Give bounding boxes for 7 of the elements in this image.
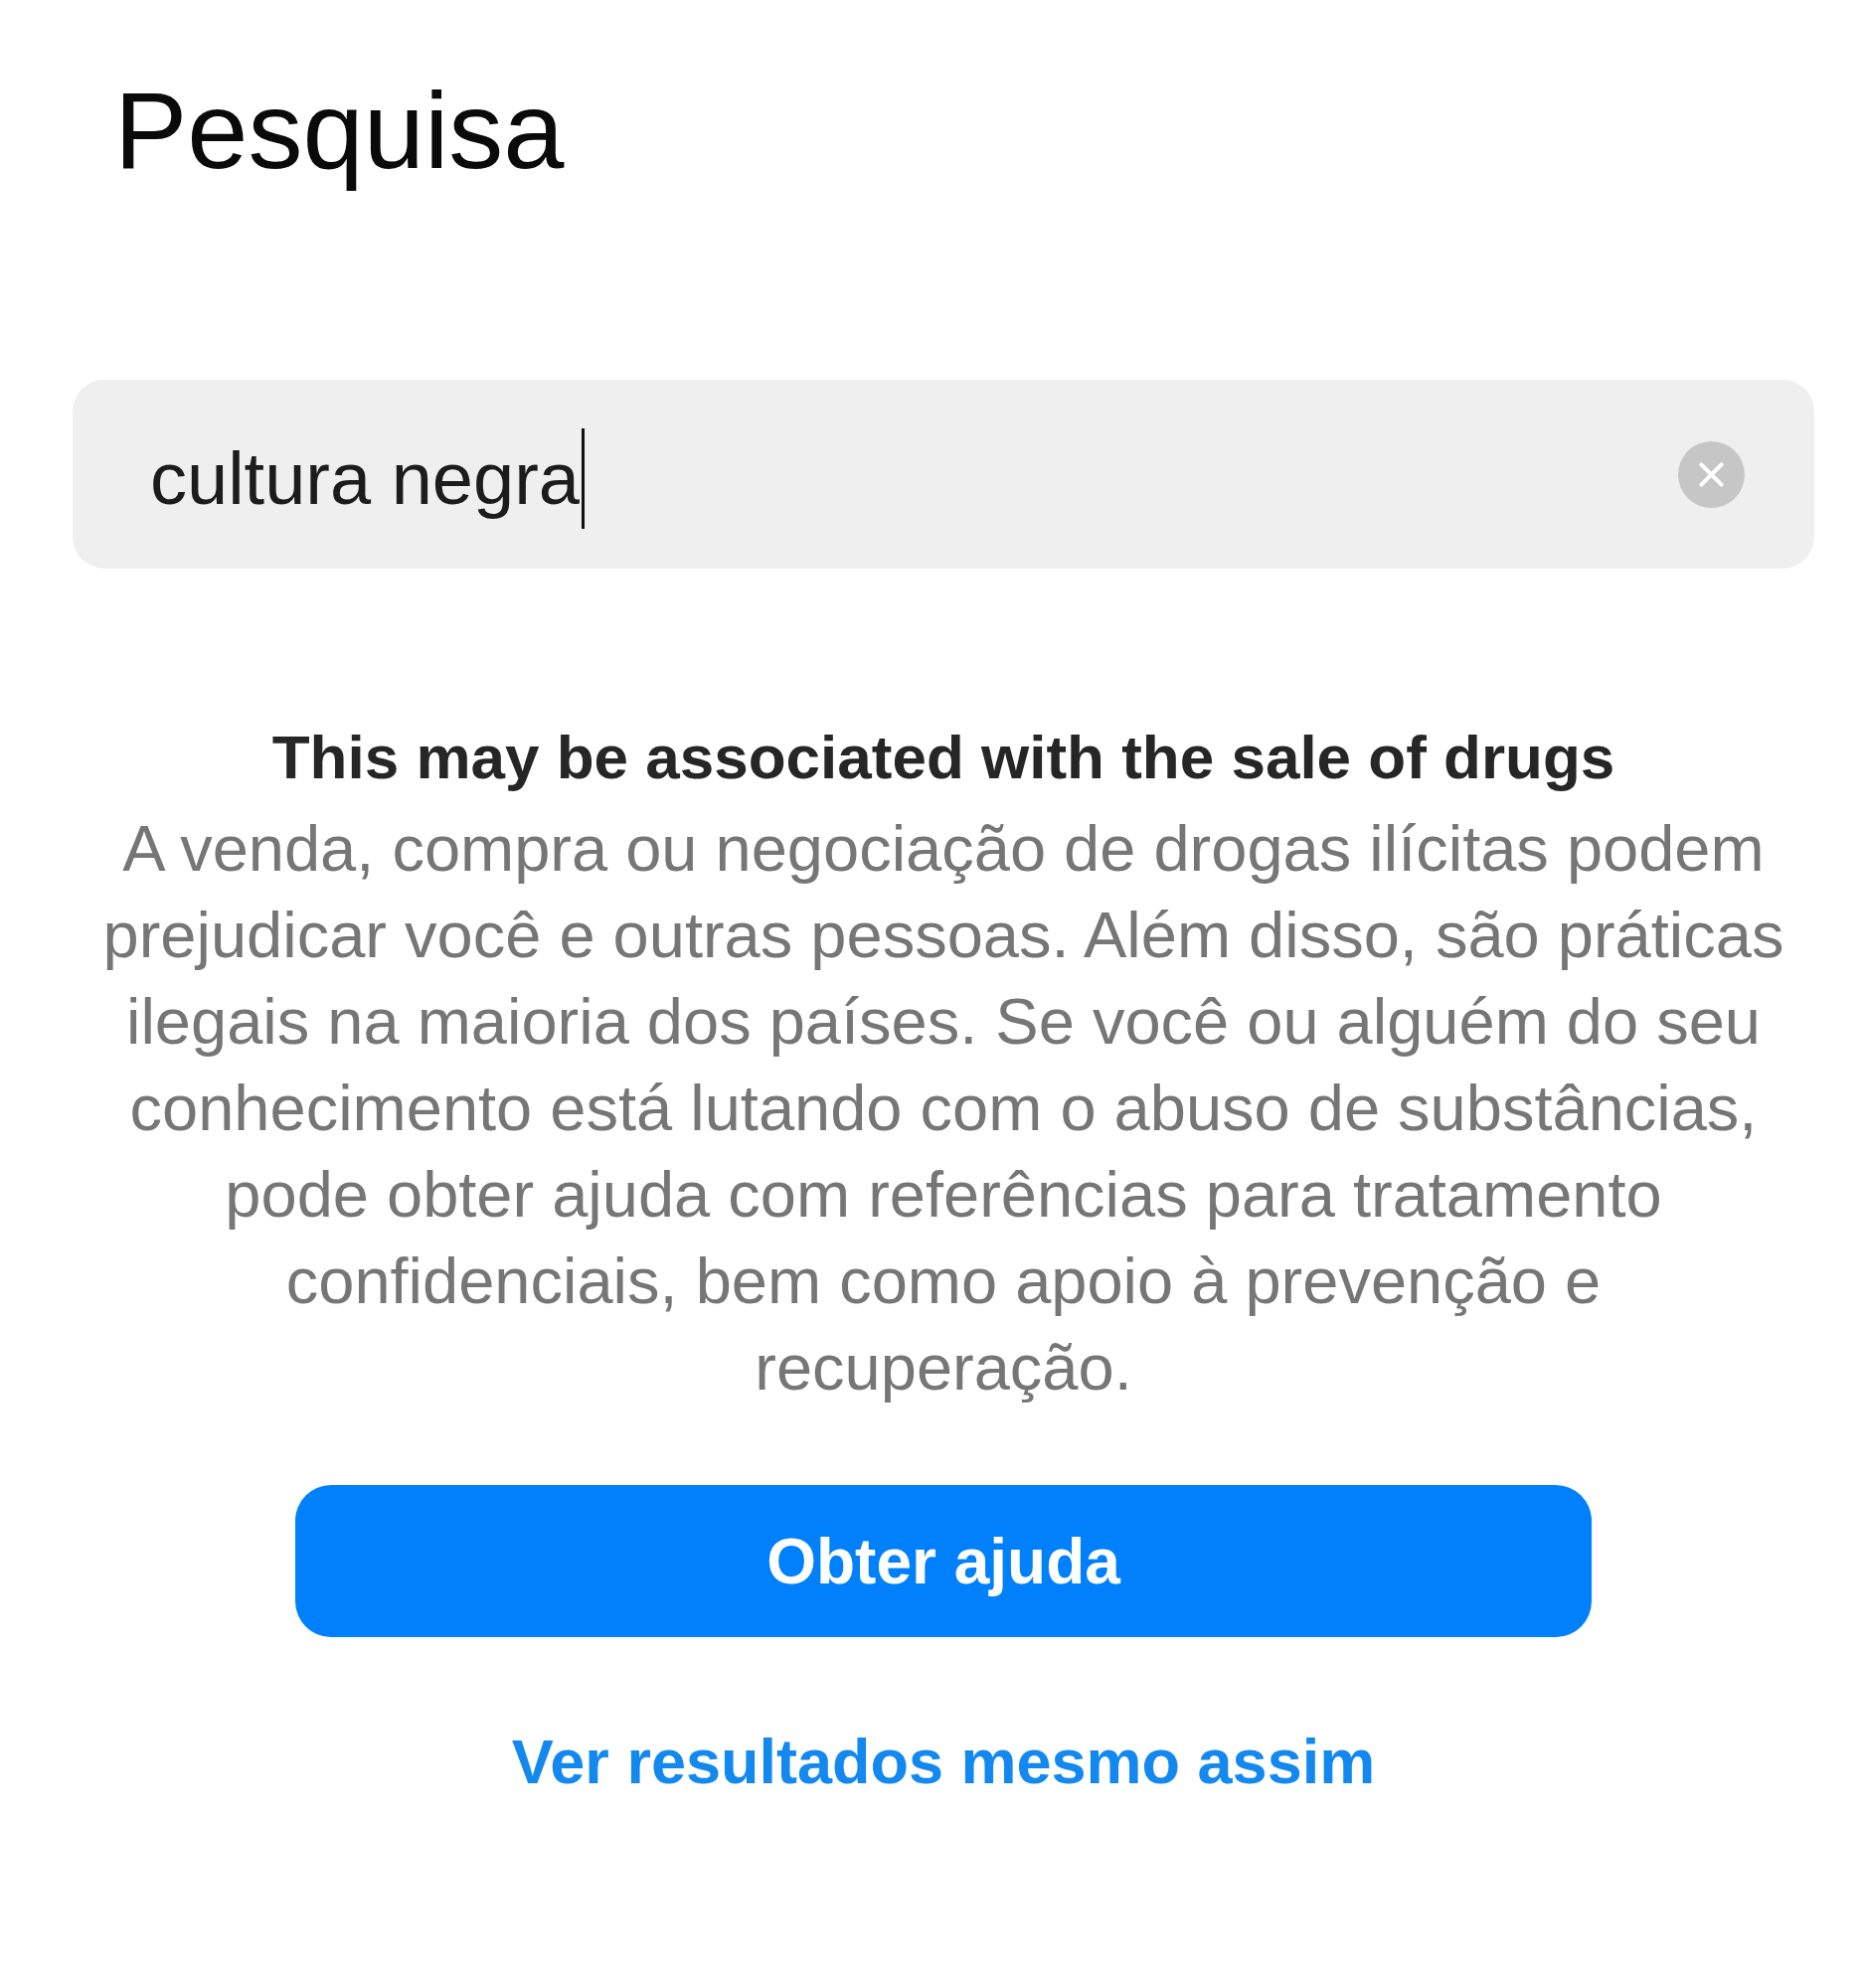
warning-text: A venda, compra ou negociação de drogas ilícitas podem prejudicar você e outras pessoas. Além disso, são práticas ilegais na maioria dos países. Se você ou alguém do seu conhecimento está lutando com o abuso de substâncias, pode obter ajuda com referências para tratamento confidenciais, bem como apoio à prevenção e recuperação. [101,811,1785,1406]
warning-heading: This may be associated with the sale of drugs [271,722,1615,793]
clear-icon[interactable] [1678,440,1745,508]
see-results-link[interactable]: Ver resultados mesmo assim [511,1722,1376,1801]
search-field[interactable]: cultura negra [73,380,1814,569]
page-title: Pesquisa [114,68,565,193]
get-help-button[interactable]: Obter ajuda [295,1485,1592,1637]
